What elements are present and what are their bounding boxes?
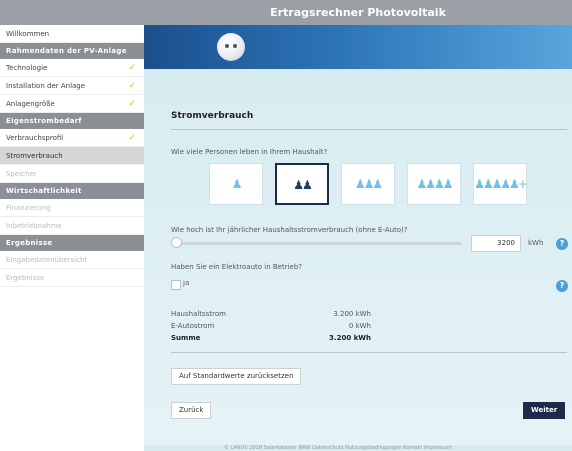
persons-3-icon: ♟♟♟ — [354, 177, 383, 191]
app-title: Ertragsrechner Photovoltaik — [270, 6, 446, 19]
question-persons: Wie viele Personen leben in Ihrem Hausha… — [171, 148, 328, 156]
sidebar-item-speicher: Speicher — [0, 165, 144, 183]
summary-value: 3.200 kWh — [329, 334, 371, 342]
sidebar-group-title: Wirtschaftlichkeit — [0, 183, 144, 199]
ecar-checkbox-label: ja — [183, 279, 190, 287]
divider — [171, 352, 567, 353]
sidebar-item-label: Finanzierung — [6, 204, 51, 212]
sidebar-item-ergebnisse: Ergebnisse — [0, 269, 144, 287]
summary-label: Summe — [171, 334, 201, 342]
persons-option-3[interactable]: ♟♟♟ — [341, 163, 395, 205]
persons-option-2[interactable]: ♟♟ — [275, 163, 329, 205]
consumption-input[interactable]: 3200 — [471, 235, 521, 252]
plus-label: + — [517, 177, 528, 191]
help-icon[interactable]: ? — [556, 280, 568, 292]
ecar-checkbox[interactable] — [171, 280, 181, 290]
sidebar-group-title: Rahmendaten der PV-Anlage — [0, 43, 144, 59]
sidebar-item-stromverbrauch[interactable]: Stromverbrauch — [0, 147, 144, 165]
sidebar-item-verbrauchsprofil[interactable]: Verbrauchsprofil ✓ — [0, 129, 144, 147]
question-ecar: Haben Sie ein Elektroauto in Betrieb? — [171, 263, 303, 271]
sidebar-item-label: Inbetriebnahme — [6, 222, 62, 230]
sidebar-item-technologie[interactable]: Technologie ✓ — [0, 59, 144, 77]
summary-value: 3.200 kWh — [333, 310, 371, 318]
sidebar-item-label: Verbrauchsprofil — [6, 134, 64, 142]
sidebar-nav: Willkommen Rahmendaten der PV-Anlage Tec… — [0, 25, 145, 445]
question-consumption: Wie hoch ist Ihr jährlicher Haushaltsstr… — [171, 226, 408, 234]
sidebar-group-title: Ergebnisse — [0, 235, 144, 251]
sidebar-item-label: Anlagengröße — [6, 100, 55, 108]
next-button[interactable]: Weiter — [523, 402, 566, 419]
persons-option-1[interactable]: ♟ — [209, 163, 263, 205]
sidebar-item-welcome[interactable]: Willkommen — [0, 25, 144, 43]
summary-label: E-Autostrom — [171, 322, 215, 330]
app-header: Ertragsrechner Photovoltaik — [0, 0, 572, 25]
sidebar-item-installation[interactable]: Installation der Anlage ✓ — [0, 77, 144, 95]
sidebar-item-label: Technologie — [6, 64, 48, 72]
footer-links: © LANUV 2018 Solarkataster NRW Datenschu… — [224, 445, 452, 451]
sidebar-item-eingabedatenuebersicht: Eingabedatenübersicht — [0, 251, 144, 269]
persons-option-5[interactable]: ♟♟♟♟♟+ — [473, 163, 528, 205]
persons-2-icon: ♟♟ — [293, 178, 313, 192]
sidebar-group-title: Eigenstrombedarf — [0, 113, 144, 129]
checkmark-icon: ✓ — [128, 81, 136, 91]
summary-total-row: Summe 3.200 kWh — [171, 334, 371, 344]
persons-5-plus-icon: ♟♟♟♟♟+ — [474, 177, 528, 191]
section-title: Stromverbrauch — [171, 111, 254, 121]
help-icon[interactable]: ? — [556, 238, 568, 250]
checkmark-icon: ✓ — [128, 99, 136, 109]
sidebar-item-finanzierung: Finanzierung — [0, 199, 144, 217]
header-banner — [144, 25, 572, 69]
sidebar-item-label: Installation der Anlage — [6, 82, 86, 90]
reset-defaults-button[interactable]: Auf Standardwerte zurücksetzen — [171, 368, 302, 385]
main-content: Stromverbrauch Wie viele Personen leben … — [144, 69, 572, 445]
sidebar-item-anlagengroesse[interactable]: Anlagengröße ✓ — [0, 95, 144, 113]
consumption-slider-handle[interactable] — [171, 237, 182, 248]
summary-row: E-Autostrom 0 kWh — [171, 322, 371, 332]
summary-label: Haushaltsstrom — [171, 310, 226, 318]
checkmark-icon: ✓ — [128, 63, 136, 73]
summary-value: 0 kWh — [348, 322, 371, 330]
consumption-unit: kWh — [528, 239, 544, 247]
sidebar-item-label: Ergebnisse — [6, 274, 45, 282]
back-button[interactable]: Zurück — [171, 402, 212, 419]
consumption-slider-track[interactable] — [177, 242, 462, 245]
sidebar-item-label: Eingabedatenübersicht — [6, 256, 88, 264]
socket-hole — [225, 44, 229, 48]
summary-row: Haushaltsstrom 3.200 kWh — [171, 310, 371, 320]
persons-option-4[interactable]: ♟♟♟♟ — [407, 163, 461, 205]
person-icon: ♟ — [231, 177, 243, 191]
sidebar-item-inbetriebnahme: Inbetriebnahme — [0, 217, 144, 235]
power-socket-icon — [217, 33, 245, 61]
persons-4-icon: ♟♟♟♟ — [416, 177, 453, 191]
checkmark-icon: ✓ — [128, 133, 136, 143]
sidebar-item-label: Speicher — [6, 170, 37, 178]
socket-hole — [233, 44, 237, 48]
divider — [171, 129, 567, 130]
sidebar-item-label: Stromverbrauch — [6, 152, 63, 160]
footer: © LANUV 2018 Solarkataster NRW Datenschu… — [144, 445, 572, 451]
